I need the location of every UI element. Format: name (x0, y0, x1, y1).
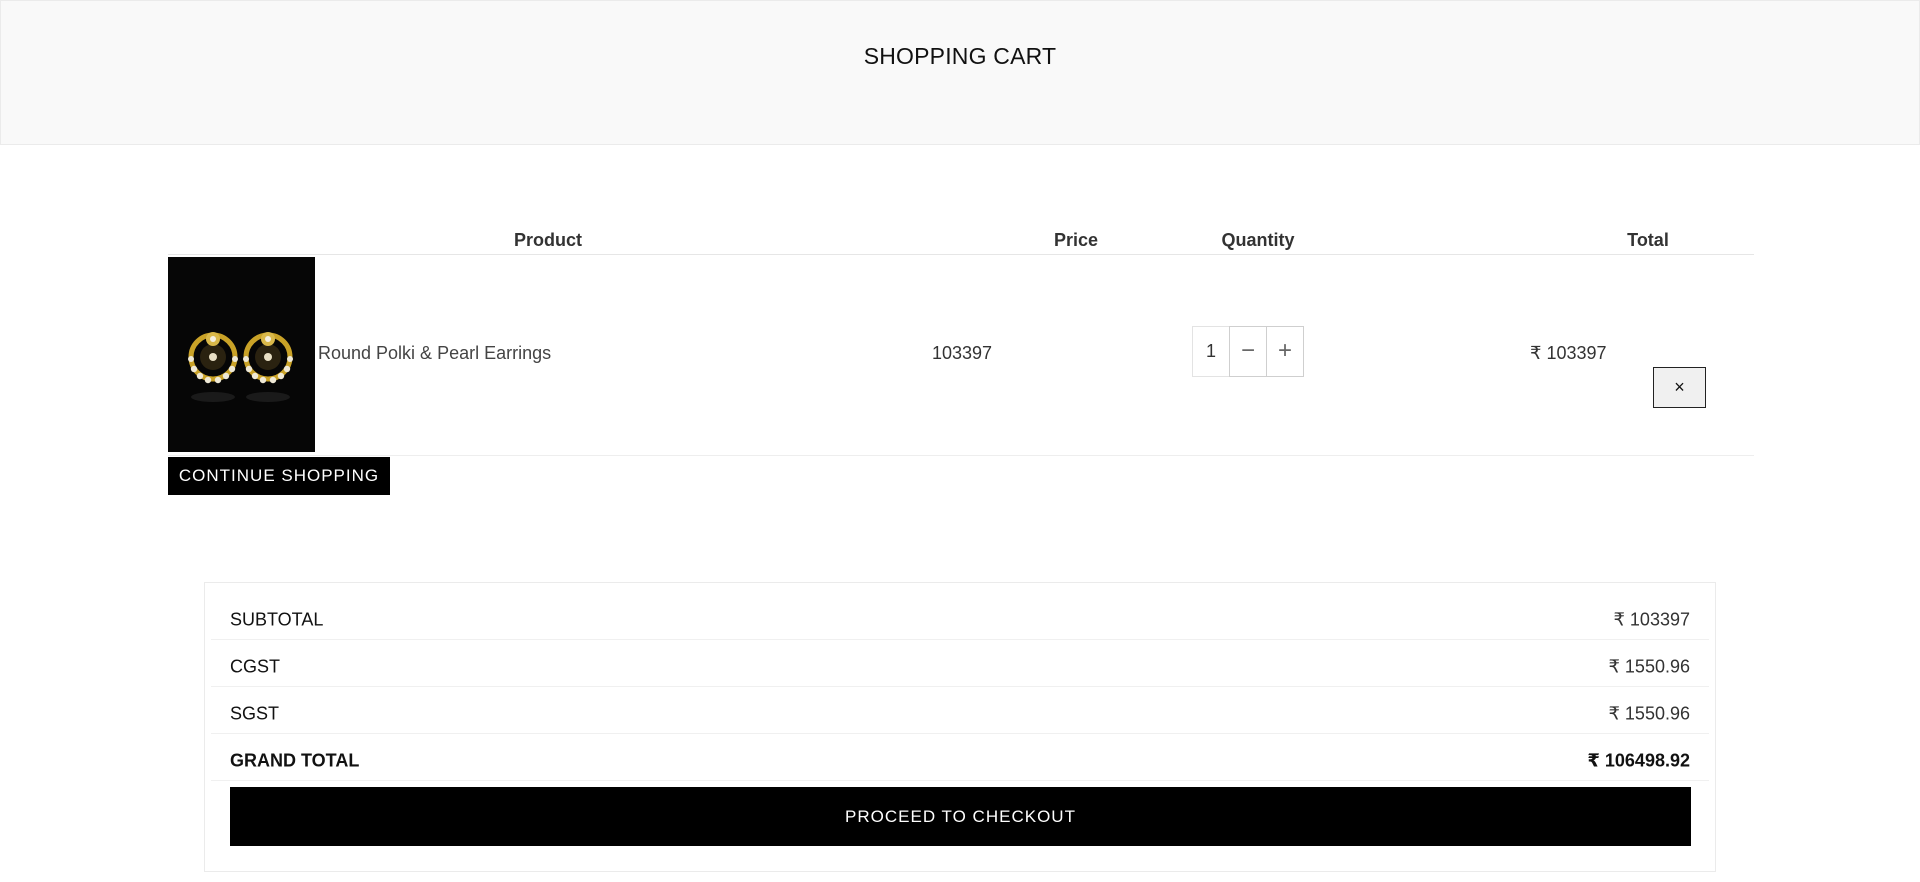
cart-item-row: Round Polki & Pearl Earrings 103397 1 − … (168, 255, 1754, 456)
summary-value: ₹ 1550.96 (1608, 656, 1690, 677)
product-image[interactable] (168, 257, 315, 452)
summary-label: CGST (230, 656, 281, 677)
summary-label: GRAND TOTAL (230, 750, 360, 771)
column-header-total: Total (1627, 230, 1669, 250)
column-header-quantity: Quantity (1221, 230, 1295, 250)
column-header-price: Price (1053, 230, 1099, 250)
minus-icon: − (1240, 337, 1255, 364)
remove-item-button[interactable]: × (1653, 367, 1706, 408)
close-icon: × (1674, 377, 1685, 397)
quantity-increase-button[interactable]: + (1267, 326, 1304, 377)
cart-table-header: Product Price Quantity Total (168, 222, 1754, 255)
summary-row-subtotal: SUBTOTAL ₹ 103397 (211, 592, 1709, 640)
quantity-input[interactable]: 1 (1192, 326, 1229, 377)
summary-value: ₹ 103397 (1613, 609, 1690, 630)
cart-table: Product Price Quantity Total Round Polki… (168, 222, 1754, 456)
column-header-product: Product (513, 230, 582, 250)
earrings-image (168, 257, 315, 452)
product-name[interactable]: Round Polki & Pearl Earrings (318, 343, 551, 364)
quantity-stepper: 1 − + (1192, 326, 1304, 377)
summary-label: SUBTOTAL (230, 609, 324, 630)
quantity-decrease-button[interactable]: − (1229, 326, 1267, 377)
page-title: SHOPPING CART (863, 43, 1057, 69)
cart-summary: SUBTOTAL ₹ 103397 CGST ₹ 1550.96 SGST ₹ … (204, 582, 1716, 872)
page-header: SHOPPING CART (0, 0, 1920, 145)
summary-row-grand-total: GRAND TOTAL ₹ 106498.92 (211, 733, 1709, 781)
summary-row-sgst: SGST ₹ 1550.96 (211, 686, 1709, 734)
summary-value: ₹ 1550.96 (1608, 703, 1690, 724)
summary-value: ₹ 106498.92 (1587, 750, 1690, 771)
summary-row-cgst: CGST ₹ 1550.96 (211, 639, 1709, 687)
summary-label: SGST (230, 703, 280, 724)
row-total: ₹ 103397 (1530, 343, 1607, 363)
continue-shopping-button[interactable]: CONTINUE SHOPPING (168, 457, 390, 495)
plus-icon: + (1277, 337, 1292, 364)
product-price: 103397 (932, 343, 993, 363)
proceed-to-checkout-button[interactable]: PROCEED TO CHECKOUT (230, 787, 1691, 846)
